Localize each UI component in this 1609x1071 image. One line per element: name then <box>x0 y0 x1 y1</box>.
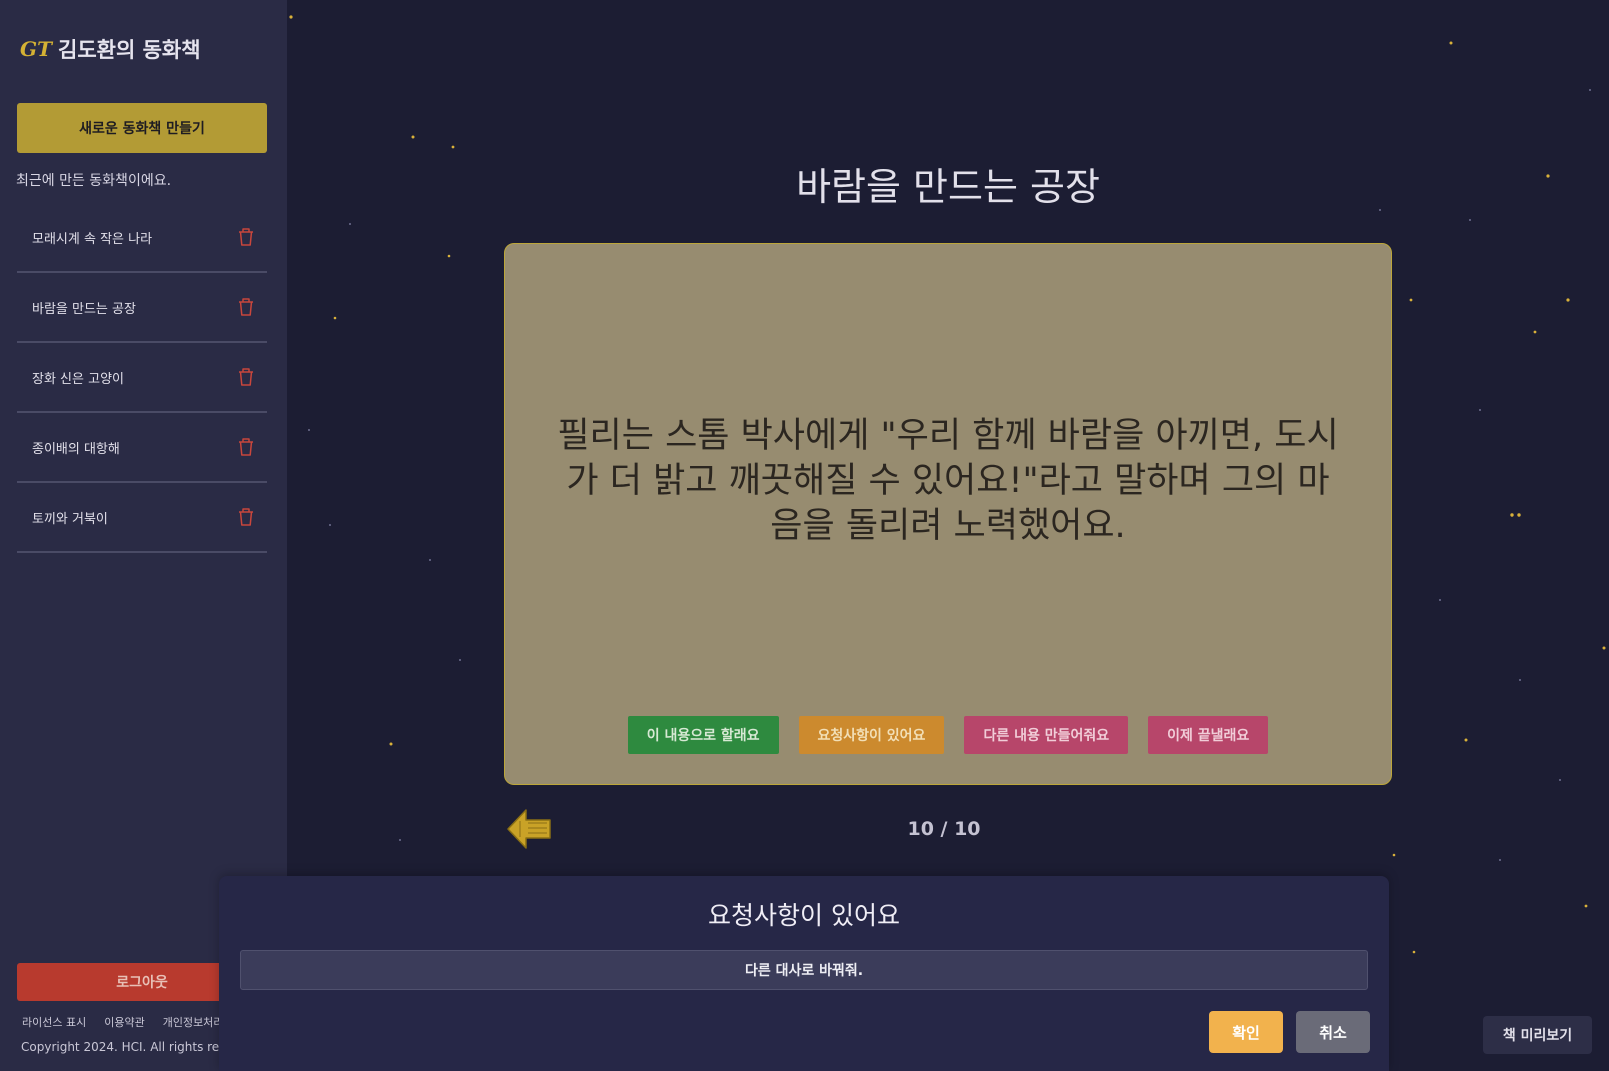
logo-icon: GT <box>20 37 52 61</box>
request-button[interactable]: 요청사항이 있어요 <box>798 716 945 754</box>
new-book-button[interactable]: 새로운 동화책 만들기 <box>17 103 267 153</box>
book-list-item[interactable]: 토끼와 거북이 <box>17 483 267 553</box>
book-title: 바람을 만드는 공장 <box>32 301 136 317</box>
story-page-card: 필리는 스톰 박사에게 "우리 함께 바람을 아끼면, 도시가 더 밝고 깨끗해… <box>504 243 1392 785</box>
license-link[interactable]: 라이선스 표시 <box>22 1014 86 1030</box>
confirm-button[interactable]: 확인 <box>1209 1011 1283 1053</box>
terms-link[interactable]: 이용약관 <box>104 1014 144 1030</box>
brand[interactable]: GT 김도환의 동화책 <box>20 34 201 64</box>
story-title: 바람을 만드는 공장 <box>796 165 1100 209</box>
trash-icon[interactable] <box>237 297 255 317</box>
story-page-text: 필리는 스톰 박사에게 "우리 함께 바람을 아끼면, 도시가 더 밝고 깨끗해… <box>557 416 1339 546</box>
finish-button[interactable]: 이제 끝낼래요 <box>1148 716 1269 754</box>
page-indicator: 10 / 10 <box>907 818 981 840</box>
modal-title: 요청사항이 있어요 <box>708 901 900 930</box>
book-list-item[interactable]: 모래시계 속 작은 나라 <box>17 203 267 273</box>
request-modal: 요청사항이 있어요 확인 취소 <box>219 876 1389 1071</box>
book-list-item[interactable]: 바람을 만드는 공장 <box>17 273 267 343</box>
book-title: 종이배의 대항해 <box>32 441 120 457</box>
recent-book-list: 모래시계 속 작은 나라 바람을 만드는 공장 장화 신은 고양이 종이배의 대… <box>17 203 267 553</box>
book-title: 토끼와 거북이 <box>32 511 108 527</box>
book-list-item[interactable]: 장화 신은 고양이 <box>17 343 267 413</box>
recent-books-label: 최근에 만든 동화책이에요. <box>16 173 172 189</box>
cancel-button[interactable]: 취소 <box>1296 1011 1370 1053</box>
footer-links: 라이선스 표시 이용약관 개인정보처리방침 <box>22 1014 244 1030</box>
request-input[interactable] <box>240 950 1368 990</box>
accept-button[interactable]: 이 내용으로 할래요 <box>627 716 779 754</box>
story-actions: 이 내용으로 할래요 요청사항이 있어요 다른 내용 만들어줘요 이제 끝낼래요 <box>505 716 1391 754</box>
trash-icon[interactable] <box>237 227 255 247</box>
book-list-item[interactable]: 종이배의 대항해 <box>17 413 267 483</box>
trash-icon[interactable] <box>237 437 255 457</box>
trash-icon[interactable] <box>237 367 255 387</box>
brand-title: 김도환의 동화책 <box>58 38 201 62</box>
book-preview-button[interactable]: 책 미리보기 <box>1483 1016 1592 1054</box>
book-title: 모래시계 속 작은 나라 <box>32 231 153 247</box>
book-title: 장화 신은 고양이 <box>32 371 124 387</box>
previous-page-arrow-icon[interactable] <box>506 806 552 852</box>
trash-icon[interactable] <box>237 507 255 527</box>
regenerate-button[interactable]: 다른 내용 만들어줘요 <box>964 716 1129 754</box>
